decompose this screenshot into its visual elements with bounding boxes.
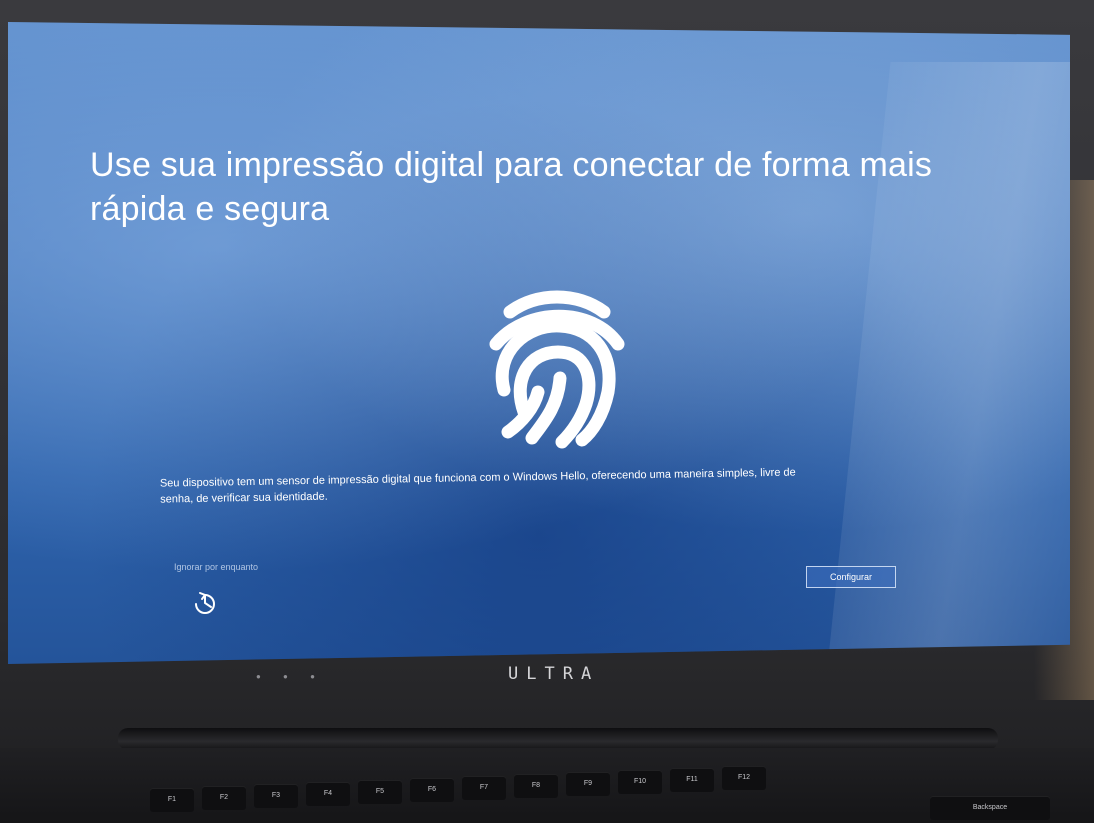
- skip-link[interactable]: Ignorar por enquanto: [174, 562, 258, 572]
- key-f11: F11: [670, 768, 714, 792]
- fingerprint-icon: [489, 290, 625, 449]
- configure-button[interactable]: Configurar: [806, 566, 896, 588]
- key-f3: F3: [254, 784, 298, 808]
- key-f12: F12: [722, 766, 766, 790]
- key-f2: F2: [202, 786, 246, 810]
- keyboard-deck: F1 F2 F3 F4 F5 F6 F7 F8 F9 F10 F11 F12 B…: [0, 748, 1094, 823]
- key-f1: F1: [150, 788, 194, 812]
- key-f7: F7: [462, 776, 506, 800]
- key-f8: F8: [514, 774, 558, 798]
- status-leds: ● ● ●: [256, 672, 325, 681]
- key-f9: F9: [566, 772, 610, 796]
- key-f6: F6: [410, 778, 454, 802]
- photo-frame: Use sua impressão digital para conectar …: [0, 0, 1094, 823]
- laptop-hinge: [118, 728, 998, 750]
- accessibility-icon[interactable]: [192, 590, 218, 616]
- brand-logo: ULTRA: [508, 664, 600, 684]
- key-f5: F5: [358, 780, 402, 804]
- page-title: Use sua impressão digital para conectar …: [90, 146, 933, 228]
- key-backspace: Backspace: [930, 796, 1050, 820]
- key-f4: F4: [306, 782, 350, 806]
- key-f10: F10: [618, 770, 662, 794]
